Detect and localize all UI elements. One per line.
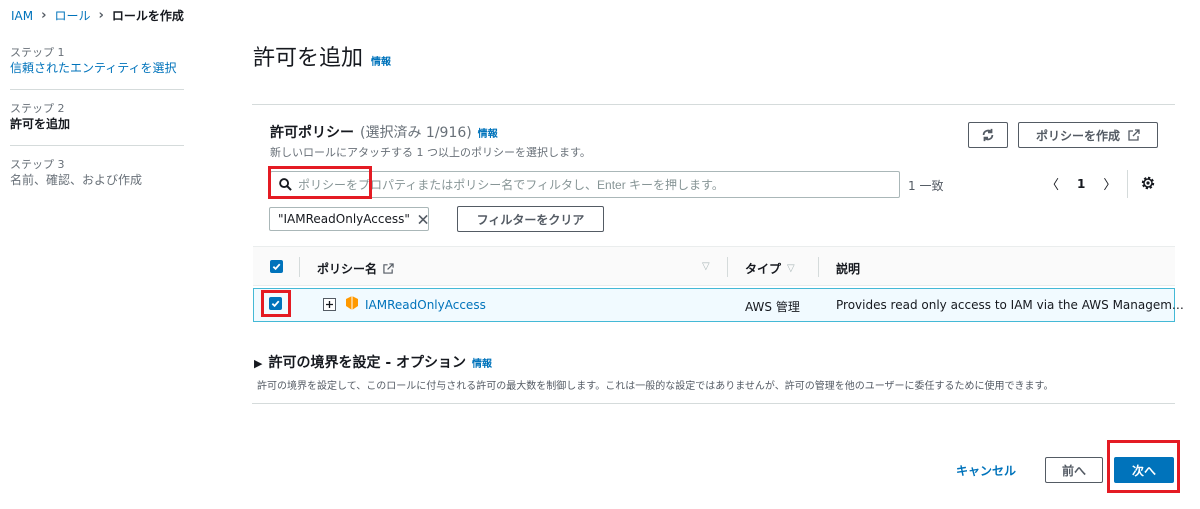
column-header-name[interactable]: ポリシー名 (317, 260, 394, 277)
divider (252, 403, 1175, 404)
info-link[interactable]: 情報 (371, 53, 391, 68)
refresh-icon (982, 128, 994, 142)
column-divider (818, 257, 819, 277)
column-name-label: ポリシー名 (317, 262, 378, 276)
step-2-label: 許可を追加 (10, 117, 71, 131)
boundary-header[interactable]: ▶ 許可の境界を設定 - オプション 情報 (254, 352, 1054, 372)
column-header-type[interactable]: タイプ ▽ (745, 260, 795, 277)
panel-title: 許可ポリシー (選択済み 1/916) 情報 (270, 122, 591, 142)
step-3: ステップ 3 名前、確認、および作成 (10, 158, 184, 201)
current-page[interactable]: 1 (1077, 177, 1085, 191)
previous-button[interactable]: 前へ (1045, 457, 1103, 483)
column-header-description: 説明 (836, 262, 861, 276)
search-input[interactable] (298, 177, 878, 192)
step-1: ステップ 1 信頼されたエンティティを選択 (10, 46, 184, 90)
sort-icon[interactable]: ▽ (702, 261, 710, 272)
column-divider (727, 257, 728, 277)
breadcrumb-roles[interactable]: ロール (54, 7, 90, 24)
previous-page-icon[interactable]: 〈 (1046, 174, 1059, 193)
next-page-icon[interactable]: 〉 (1103, 174, 1116, 193)
close-icon[interactable] (418, 214, 428, 225)
info-link[interactable]: 情報 (478, 125, 498, 140)
table-row[interactable]: IAMReadOnlyAccess AWS 管理 Provides read o… (253, 288, 1184, 322)
step-number: ステップ 3 (10, 158, 65, 171)
policy-box-icon (346, 296, 358, 310)
selection-count: (選択済み 1/916) (360, 125, 472, 141)
highlight-box (261, 290, 291, 317)
sort-icon: ▽ (787, 263, 795, 274)
breadcrumb-current: ロールを作成 (111, 9, 184, 23)
refresh-button[interactable] (968, 122, 1008, 148)
step-3-label: 名前、確認、および作成 (10, 173, 143, 187)
column-divider (299, 257, 300, 277)
external-link-icon (383, 263, 394, 274)
page-title-text: 許可を追加 (253, 46, 364, 71)
boundary-description: 許可の境界を設定して、このロールに付与される許可の最大数を制御します。これは一般… (257, 381, 1054, 392)
checkmark-icon (272, 263, 281, 271)
chevron-right-icon: › (41, 8, 47, 23)
permissions-boundary-section: ▶ 許可の境界を設定 - オプション 情報 許可の境界を設定して、このロールに付… (254, 352, 1054, 392)
create-policy-label: ポリシーを作成 (1035, 128, 1120, 143)
panel-header: 許可ポリシー (選択済み 1/916) 情報 新しいロールにアタッチする 1 つ… (270, 122, 591, 160)
create-policy-button[interactable]: ポリシーを作成 (1018, 122, 1158, 148)
step-2: ステップ 2 許可を追加 (10, 102, 184, 146)
expand-icon[interactable] (323, 298, 336, 311)
info-link[interactable]: 情報 (472, 355, 492, 370)
divider (1127, 170, 1128, 198)
wizard-steps: ステップ 1 信頼されたエンティティを選択 ステップ 2 許可を追加 ステップ … (10, 46, 184, 213)
panel-description: 新しいロールにアタッチする 1 つ以上のポリシーを選択します。 (270, 146, 591, 159)
policy-name-link[interactable]: IAMReadOnlyAccess (365, 298, 486, 312)
pagination: 〈 1 〉 (1046, 174, 1116, 194)
external-link-icon (1128, 129, 1140, 141)
highlight-box (268, 166, 372, 199)
breadcrumb-iam[interactable]: IAM (11, 9, 33, 23)
step-number: ステップ 2 (10, 102, 65, 115)
clear-filters-button[interactable]: フィルターをクリア (457, 206, 604, 232)
breadcrumb: IAM › ロール › ロールを作成 (11, 7, 184, 24)
filter-token-label: "IAMReadOnlyAccess" (278, 212, 410, 226)
next-button[interactable]: 次へ (1114, 457, 1174, 483)
cancel-button[interactable]: キャンセル (956, 462, 1016, 479)
column-type-label: タイプ (745, 262, 782, 276)
step-number: ステップ 1 (10, 46, 65, 59)
gear-icon[interactable] (1140, 175, 1156, 191)
select-all-checkbox[interactable] (270, 260, 283, 273)
filter-token: "IAMReadOnlyAccess" (269, 207, 429, 231)
panel-title-text: 許可ポリシー (270, 125, 354, 141)
chevron-right-icon: › (98, 8, 104, 23)
caret-right-icon: ▶ (254, 357, 263, 370)
table-header: ポリシー名 ▽ タイプ ▽ 説明 (253, 246, 1175, 286)
match-count: 1 一致 (908, 179, 944, 193)
step-1-link[interactable]: 信頼されたエンティティを選択 (10, 60, 184, 77)
page-title: 許可を追加 情報 (253, 40, 391, 72)
policy-type: AWS 管理 (745, 300, 800, 314)
policy-description: Provides read only access to IAM via the… (836, 298, 1184, 312)
boundary-title: 許可の境界を設定 - オプション (268, 355, 467, 371)
